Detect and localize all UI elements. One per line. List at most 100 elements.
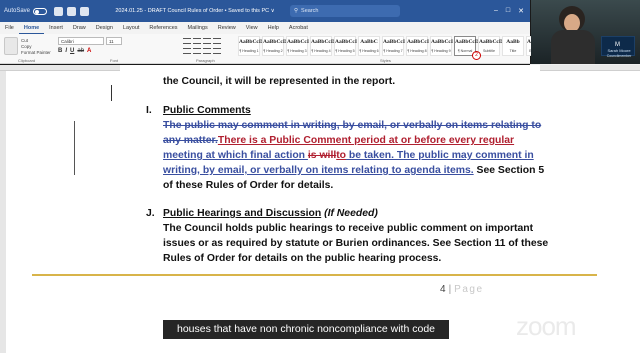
style-title[interactable]: AaBb Title <box>502 36 524 56</box>
ribbon: Cut Copy Format Painter Calibri 11 B I U… <box>0 34 553 64</box>
tab-view[interactable]: View <box>241 22 263 34</box>
quick-access-toolbar: AutoSave <box>0 6 110 16</box>
deleted-text: is will <box>307 150 337 161</box>
bold-button[interactable]: B <box>58 48 62 54</box>
style-sample: AaBbCcD <box>263 39 287 45</box>
section-i-line-3: meeting at which final action is willto … <box>163 150 534 161</box>
style-heading-9[interactable]: AaBbCcI ¶ Heading 9 <box>430 36 454 56</box>
style-sample: AaBbC <box>360 39 378 45</box>
indent-icon[interactable] <box>213 38 221 44</box>
style-name: ¶ Heading 4 <box>311 49 331 53</box>
paragraph-group-label: Paragraph <box>196 58 215 63</box>
search-placeholder: Search <box>301 8 319 14</box>
participant-name: Sarah Moore <box>607 48 631 53</box>
autosave-toggle[interactable] <box>33 7 48 15</box>
tab-insert[interactable]: Insert <box>44 22 68 34</box>
strikethrough-button[interactable]: ab <box>77 48 84 54</box>
inserted-text: meeting at which final action <box>163 150 308 161</box>
section-j-number: J. <box>146 208 155 219</box>
style-heading-4[interactable]: AaBbCcD ¶ Heading 4 <box>310 36 335 56</box>
style-sample: AaBbCcI <box>287 39 310 45</box>
autosave-label: AutoSave <box>4 8 31 14</box>
left-margin-strip <box>0 71 6 353</box>
footer-rule <box>32 274 597 276</box>
tab-review[interactable]: Review <box>213 22 241 34</box>
style-heading-2[interactable]: AaBbCcD ¶ Heading 2 <box>262 36 287 56</box>
styles-group-label: Styles <box>380 58 391 63</box>
section-j-line-3: Rules of Order for details on the public… <box>163 253 442 264</box>
font-size-select[interactable]: 11 <box>106 37 122 45</box>
document-title[interactable]: 2024.01.25 - DRAFT Council Rules of Orde… <box>110 8 280 14</box>
font-name-select[interactable]: Calibri <box>58 37 104 45</box>
style-heading-6[interactable]: AaBbC ¶ Heading 6 <box>358 36 380 56</box>
style-sample: AaBb <box>506 39 520 45</box>
style-name: ¶ Heading 6 <box>359 49 379 53</box>
style-sample: AaBbCcI <box>335 39 358 45</box>
undo-icon[interactable] <box>67 6 77 16</box>
style-name: ¶ Heading 8 <box>407 49 427 53</box>
section-i-line-5: of these Rules of Order for details. <box>163 180 334 191</box>
section-j-heading: Public Hearings and Discussion (If Neede… <box>163 208 378 219</box>
inserted-text: writing, by email, or verbally on items … <box>163 165 474 176</box>
close-icon[interactable]: ✕ <box>518 7 524 15</box>
style-name: ¶ Heading 3 <box>287 49 307 53</box>
text-cursor <box>111 85 112 101</box>
section-i-line-4: writing, by email, or verbally on items … <box>163 165 544 176</box>
tab-references[interactable]: References <box>144 22 182 34</box>
inserted-text: be taken. The public may comment in <box>346 150 534 161</box>
plain-text: See Section 5 <box>473 165 545 176</box>
tab-help[interactable]: Help <box>263 22 284 34</box>
doc-line-0: the Council, it will be represented in t… <box>163 76 396 87</box>
closed-caption: houses that have non chronic noncomplian… <box>163 320 449 339</box>
justify-icon[interactable] <box>213 48 221 54</box>
align-right-icon[interactable] <box>203 48 211 54</box>
style-heading-7[interactable]: AaBbCcI ¶ Heading 7 <box>382 36 405 56</box>
style-sample: AaBbCcI <box>431 39 454 45</box>
font-color-button[interactable]: A <box>87 48 91 54</box>
section-i-line-1: The public may comment in writing, by em… <box>163 120 542 131</box>
style-sample: AaBbCcDc <box>455 39 482 45</box>
save-icon[interactable] <box>54 6 64 16</box>
paste-button[interactable] <box>4 37 18 55</box>
inserted-text: There is a Public Comment period at or b… <box>217 135 515 146</box>
screen: AutoSave 2024.01.25 - DRAFT Council Rule… <box>0 0 640 353</box>
section-j-line-1: The Council holds public hearings to rec… <box>163 223 534 234</box>
redo-icon[interactable] <box>80 6 90 16</box>
tab-mailings[interactable]: Mailings <box>183 22 213 34</box>
style-name: Subtitle <box>483 49 495 53</box>
style-heading-5[interactable]: AaBbCcI ¶ Heading 5 <box>334 36 358 56</box>
participant-body <box>551 30 595 64</box>
tab-acrobat[interactable]: Acrobat <box>284 22 313 34</box>
section-j-heading-text: Public Hearings and Discussion <box>163 208 322 219</box>
style-heading-8[interactable]: AaBbCcI ¶ Heading 8 <box>406 36 429 56</box>
format-painter-button[interactable]: Format Painter <box>21 50 51 56</box>
align-center-icon[interactable] <box>193 48 201 54</box>
change-bar <box>74 121 75 175</box>
page-word: Page <box>454 284 484 295</box>
page-number-value: 4 <box>440 284 446 295</box>
style-heading-3[interactable]: AaBbCcI ¶ Heading 3 <box>286 36 310 56</box>
ribbon-tabs: File Home Insert Draw Design Layout References… <box>0 22 530 34</box>
page-number: 4 | Page <box>440 284 484 295</box>
style-name: ¶ Heading 2 <box>263 49 283 53</box>
tab-file[interactable]: File <box>0 22 19 34</box>
maximize-icon[interactable]: □ <box>506 7 510 15</box>
tab-draw[interactable]: Draw <box>68 22 91 34</box>
numbering-icon[interactable] <box>193 38 201 44</box>
italic-button[interactable]: I <box>65 48 67 54</box>
tab-design[interactable]: Design <box>91 22 118 34</box>
style-subtitle[interactable]: AaBbCcDc Subtitle <box>478 36 505 56</box>
tab-home[interactable]: Home <box>18 22 45 34</box>
bullets-icon[interactable] <box>183 38 191 44</box>
webcam-video: M Sarah Moore Councilmember <box>531 0 640 64</box>
multilevel-icon[interactable] <box>203 38 211 44</box>
minimize-icon[interactable]: – <box>494 7 498 15</box>
tab-layout[interactable]: Layout <box>118 22 145 34</box>
section-i-line-2: any matter.There is a Public Comment per… <box>163 135 514 146</box>
deleted-text: any matter. <box>163 135 218 146</box>
search-box[interactable]: ⚲ Search <box>290 5 400 17</box>
style-heading-1[interactable]: AaBbCcDd ¶ Heading 1 <box>238 36 266 56</box>
align-left-icon[interactable] <box>183 48 191 54</box>
search-icon: ⚲ <box>294 8 299 14</box>
underline-button[interactable]: U <box>70 48 74 54</box>
